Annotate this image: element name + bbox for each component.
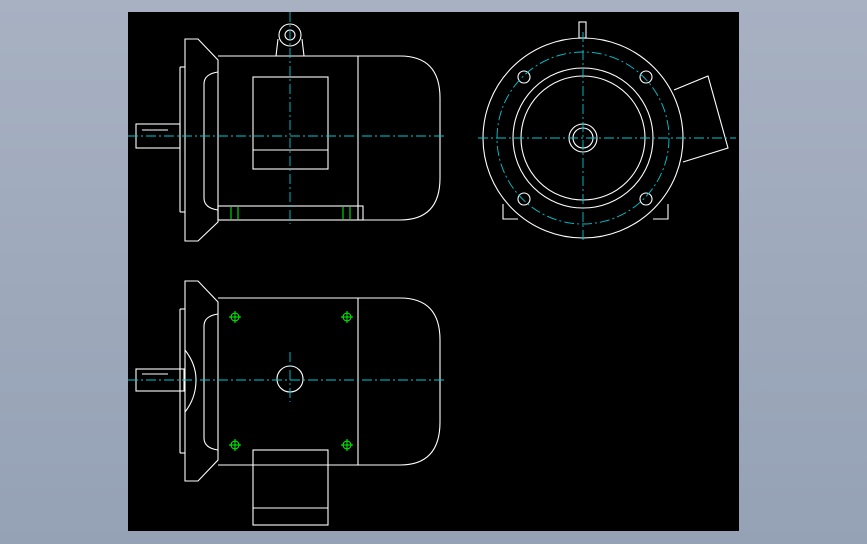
body-front: [203, 313, 219, 451]
shaft-collar: [184, 349, 197, 413]
flange-hole: [639, 192, 653, 206]
flange-hole: [639, 70, 653, 84]
mounting-foot: [217, 205, 364, 221]
key-top: [578, 21, 587, 39]
front-view: [482, 21, 729, 239]
terminal-box: [252, 76, 329, 170]
flange-hole: [517, 192, 531, 206]
flange-outline: [184, 38, 219, 242]
plan-view: [135, 280, 441, 526]
hole-markers: [229, 207, 353, 451]
foot-right: [653, 204, 669, 220]
motor-drawing: [128, 12, 736, 526]
side-view: [135, 23, 441, 242]
flange-hole: [517, 70, 531, 84]
cad-viewport[interactable]: [128, 12, 739, 531]
flange-outline: [184, 280, 219, 482]
motor-body: [218, 55, 441, 221]
motor-body: [218, 297, 441, 466]
body-front: [203, 71, 219, 211]
terminal-box: [252, 449, 329, 526]
